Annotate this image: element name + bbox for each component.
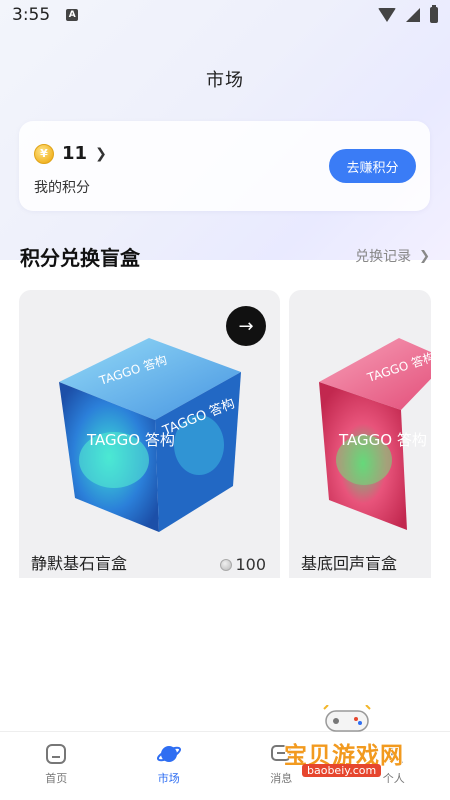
section-title: 积分兑换盲盒 — [20, 246, 140, 270]
arrow-right-icon: → — [238, 315, 254, 337]
earn-points-button[interactable]: 去赚积分 — [329, 149, 416, 183]
battery-icon — [430, 5, 438, 23]
status-icons — [378, 5, 438, 23]
box-price-value: 100 — [235, 555, 266, 574]
exchange-history-link[interactable]: 兑换记录 ❯ — [355, 246, 430, 266]
points-label: 我的积分 — [34, 180, 90, 196]
watermark: 宝贝游戏网 baobeiy.com — [282, 700, 432, 785]
cube-logo-text: TAGGO 答构 — [338, 431, 427, 449]
gamepad-icon — [323, 705, 371, 732]
coin-icon — [220, 558, 233, 571]
blind-box-card[interactable]: TAGGO 答构 TAGGO 答构 基底回声盲盒 — [289, 290, 431, 578]
tab-label: 首页 — [45, 772, 68, 785]
blind-box-card[interactable]: TAGGO 答构 TAGGO 答构 TAGGO 答构 → 静默基石盲盒 100 — [19, 290, 280, 578]
arrow-right-button[interactable]: → — [226, 306, 266, 346]
notification-icon: A — [66, 9, 79, 21]
status-bar: 3:55 A — [0, 0, 450, 30]
pink-cube-image: TAGGO 答构 TAGGO 答构 — [319, 338, 431, 530]
points-value: 11 — [62, 143, 88, 164]
exchange-history-label: 兑换记录 — [355, 249, 412, 265]
points-summary[interactable]: ¥ 11 ❯ — [34, 143, 107, 164]
planet-icon — [156, 746, 181, 762]
chevron-right-icon: ❯ — [419, 248, 430, 264]
wifi-icon — [378, 8, 396, 22]
signal-icon — [406, 8, 420, 22]
points-card: ¥ 11 ❯ 我的积分 去赚积分 — [19, 121, 430, 211]
status-time: 3:55 — [12, 5, 51, 25]
page-title: 市场 — [206, 70, 244, 91]
tab-home[interactable]: 首页 — [0, 732, 113, 800]
home-icon — [46, 744, 67, 764]
box-name: 静默基石盲盒 — [31, 554, 128, 573]
blue-cube-image: TAGGO 答构 TAGGO 答构 TAGGO 答构 — [59, 338, 241, 532]
box-price: 100 — [220, 555, 266, 574]
tab-market[interactable]: 市场 — [113, 732, 226, 800]
tab-label: 市场 — [157, 772, 180, 785]
box-name: 基底回声盲盒 — [301, 554, 398, 573]
watermark-url: baobeiy.com — [302, 764, 382, 777]
chevron-right-icon: ❯ — [95, 145, 107, 162]
coin-icon: ¥ — [34, 143, 54, 164]
cube-logo-text: TAGGO 答构 — [86, 431, 175, 449]
